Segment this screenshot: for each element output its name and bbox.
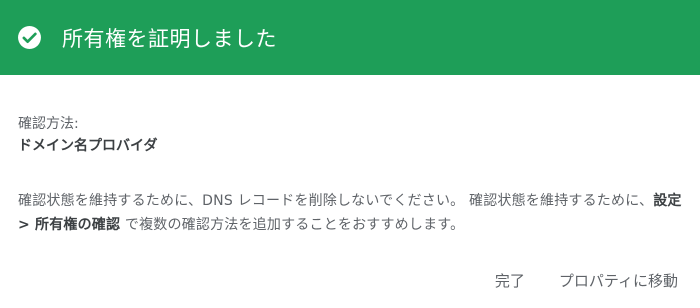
dialog-header: 所有権を証明しました [0, 0, 700, 75]
ownership-verified-dialog: 所有権を証明しました 確認方法: ドメイン名プロバイダ 確認状態を維持するために… [0, 0, 700, 308]
verification-method-label: 確認方法: [18, 116, 79, 132]
go-to-property-button[interactable]: プロパティに移動 [559, 270, 678, 291]
dialog-actions: 完了 プロパティに移動 [495, 270, 678, 291]
note-text-2: で複数の確認方法を追加することをおすすめします。 [120, 217, 465, 233]
dialog-body: 確認方法: ドメイン名プロバイダ 確認状態を維持するために、DNS レコードを削… [0, 115, 700, 237]
check-circle-icon [17, 25, 42, 50]
done-button[interactable]: 完了 [495, 270, 525, 291]
dialog-title: 所有権を証明しました [62, 26, 277, 51]
note-text-1: 確認状態を維持するために、DNS レコードを削除しないでください。 確認状態を維… [18, 193, 654, 209]
verification-method-value: ドメイン名プロバイダ [18, 138, 158, 154]
verification-note: 確認状態を維持するために、DNS レコードを削除しないでください。 確認状態を維… [18, 189, 682, 237]
